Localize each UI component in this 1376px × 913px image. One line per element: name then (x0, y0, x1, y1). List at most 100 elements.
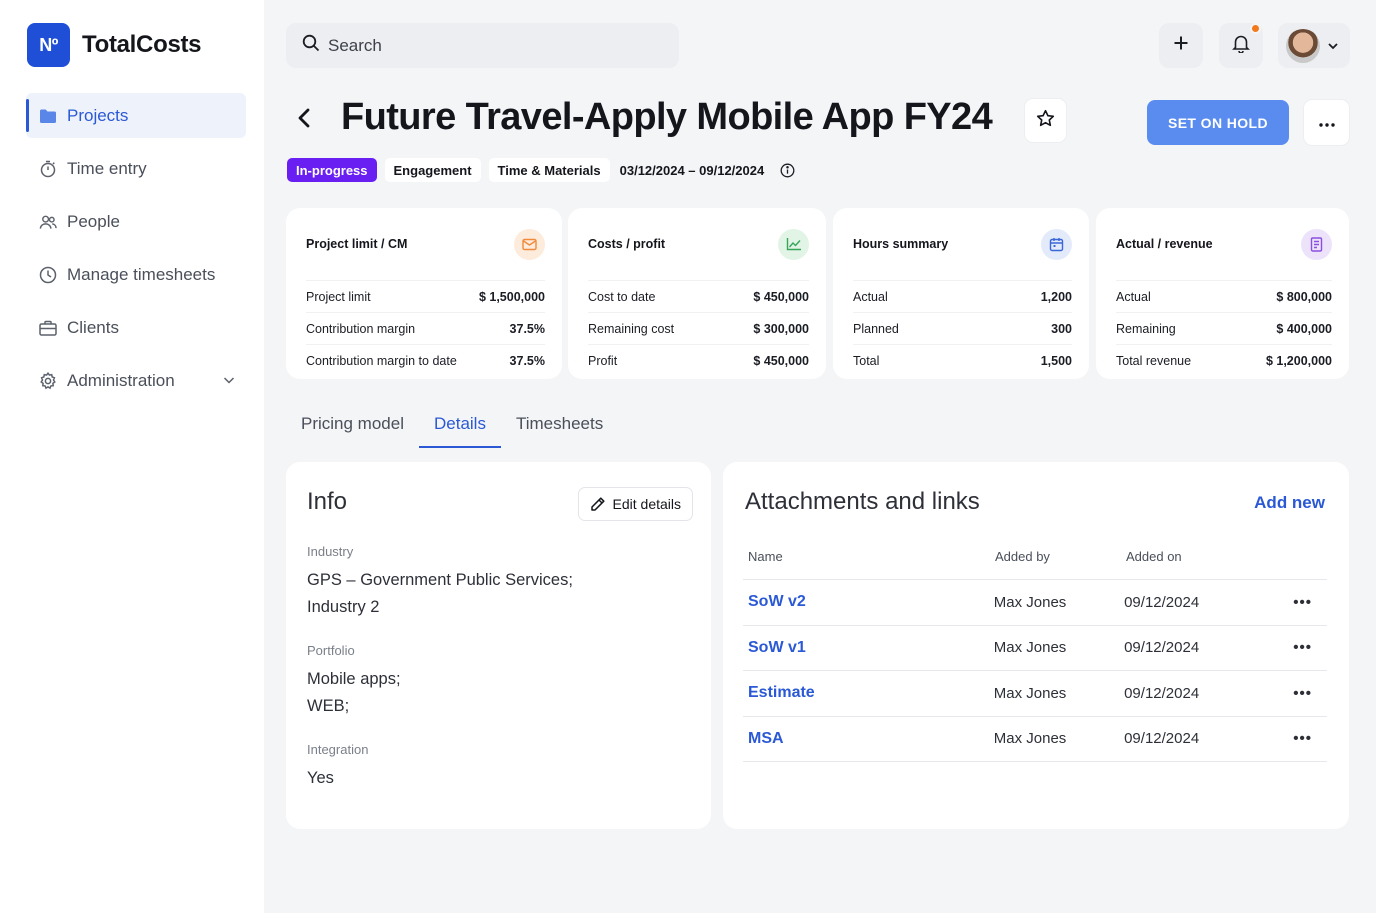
trend-chart-icon (778, 228, 809, 260)
more-horizontal-icon (1318, 114, 1335, 132)
row-menu-icon[interactable]: ••• (1293, 594, 1312, 611)
sidebar-item-label: Administration (67, 370, 175, 390)
field-value: WEB; (307, 697, 350, 715)
sidebar-item-manage-timesheets[interactable]: Manage timesheets (26, 252, 246, 297)
avatar (1286, 28, 1320, 63)
tab-details[interactable]: Details (419, 404, 501, 448)
receipt-icon (1301, 228, 1332, 260)
added-by: Max Jones (993, 730, 1067, 748)
field-label: Portfolio (307, 643, 355, 658)
added-on: 09/12/2024 (1124, 684, 1200, 702)
sidebar-item-projects[interactable]: Projects (26, 93, 246, 138)
industry-field: Industry GPS – Government Public Service… (307, 544, 690, 621)
card-title: Actual / revenue (1116, 237, 1213, 251)
card-row: Cost to date $ 450,000 (588, 280, 809, 312)
chevron-down-icon[interactable] (222, 372, 236, 392)
added-on: 09/12/2024 (1124, 639, 1200, 657)
status-badge: In-progress (287, 158, 377, 182)
card-row: Planned 300 (853, 312, 1072, 344)
table-row: Estimate Max Jones 09/12/2024 ••• (743, 671, 1327, 717)
add-button[interactable] (1159, 23, 1203, 68)
hours-summary-card: Hours summary Actual 1,200 Planned 300 Tot… (833, 208, 1089, 379)
envelope-icon (514, 228, 545, 260)
favorite-button[interactable] (1025, 99, 1066, 142)
attachment-link[interactable]: SoW v1 (748, 639, 806, 656)
notifications-button[interactable] (1219, 23, 1263, 68)
field-label: Integration (307, 742, 369, 757)
table-row: SoW v2 Max Jones 09/12/2024 ••• (743, 580, 1327, 626)
app-name: TotalCosts (82, 31, 202, 58)
detail-tabs: Pricing model Details Timesheets (286, 404, 618, 448)
sidebar-item-label: Time entry (67, 158, 147, 178)
edit-details-label: Edit details (612, 496, 681, 512)
card-row: Actual 1,200 (853, 280, 1072, 312)
logo-mark: Nº (27, 23, 70, 67)
row-menu-icon[interactable]: ••• (1293, 639, 1312, 656)
added-by: Max Jones (993, 593, 1067, 611)
project-tags: In-progress Engagement Time & Materials … (287, 158, 795, 182)
back-button[interactable] (290, 102, 318, 138)
attachment-link[interactable]: SoW v2 (748, 593, 806, 610)
added-on: 09/12/2024 (1124, 593, 1200, 611)
integration-field: Integration Yes (307, 742, 690, 792)
sidebar-item-label: Projects (67, 105, 129, 125)
edit-details-button[interactable]: Edit details (577, 487, 693, 521)
column-header-name[interactable]: Name (743, 549, 995, 564)
pencil-icon (590, 496, 606, 512)
people-icon (39, 213, 57, 231)
card-row: Actual $ 800,000 (1116, 280, 1332, 312)
search-bar[interactable] (286, 23, 679, 68)
card-row: Total 1,500 (853, 344, 1072, 376)
row-menu-icon[interactable]: ••• (1293, 685, 1312, 702)
sidebar-item-label: Clients (67, 317, 119, 337)
clock-icon (39, 266, 57, 284)
project-dates: 03/12/2024 – 09/12/2024 (619, 162, 765, 178)
page-title: Future Travel-Apply Mobile App FY24 (341, 96, 993, 138)
tab-pricing-model[interactable]: Pricing model (286, 404, 419, 448)
column-header-added-by[interactable]: Added by (995, 549, 1126, 564)
billing-tag: Time & Materials (488, 158, 610, 182)
add-new-link[interactable]: Add new (1254, 493, 1325, 513)
attachment-link[interactable]: Estimate (748, 684, 815, 701)
set-on-hold-button[interactable]: SET ON HOLD (1147, 100, 1289, 145)
card-row: Profit $ 450,000 (588, 344, 809, 376)
sidebar-item-label: Manage timesheets (67, 264, 216, 284)
card-title: Project limit / CM (306, 237, 408, 251)
added-by: Max Jones (993, 684, 1067, 702)
sidebar-item-administration[interactable]: Administration (26, 358, 246, 403)
card-title: Costs / profit (588, 237, 666, 251)
more-actions-button[interactable] (1304, 100, 1349, 145)
table-row: MSA Max Jones 09/12/2024 ••• (743, 717, 1327, 762)
attachments-panel: Attachments and links Add new Name Added… (723, 462, 1349, 829)
bell-icon (1232, 33, 1250, 58)
card-row: Contribution margin to date 37.5% (306, 344, 545, 376)
folder-icon (39, 107, 57, 125)
field-value: Yes (307, 769, 334, 787)
notification-dot (1250, 23, 1261, 34)
sidebar: Nº TotalCosts Projects Time entry People (0, 0, 264, 913)
star-icon (1036, 109, 1055, 133)
tab-timesheets[interactable]: Timesheets (501, 404, 618, 448)
attachments-table: Name Added by Added on SoW v2 Max Jones … (743, 534, 1327, 762)
field-value: Industry 2 (307, 598, 380, 616)
field-value: GPS – Government Public Services; (307, 571, 573, 589)
card-row: Contribution margin 37.5% (306, 312, 545, 344)
user-menu[interactable] (1278, 23, 1350, 68)
engagement-tag: Engagement (384, 158, 481, 182)
sidebar-item-people[interactable]: People (26, 199, 246, 244)
stopwatch-icon (39, 160, 57, 178)
card-title: Hours summary (853, 237, 949, 251)
calendar-icon (1041, 228, 1072, 260)
attachment-link[interactable]: MSA (748, 730, 784, 747)
table-header: Name Added by Added on (743, 534, 1327, 580)
field-label: Industry (307, 544, 354, 559)
app-logo[interactable]: Nº TotalCosts (27, 23, 202, 67)
sidebar-item-clients[interactable]: Clients (26, 305, 246, 350)
card-row: Total revenue $ 1,200,000 (1116, 344, 1332, 376)
column-header-added-on[interactable]: Added on (1126, 549, 1296, 564)
sidebar-item-time-entry[interactable]: Time entry (26, 146, 246, 191)
row-menu-icon[interactable]: ••• (1293, 730, 1312, 747)
info-icon[interactable] (780, 163, 795, 178)
chevron-left-icon (297, 107, 311, 134)
search-input[interactable] (328, 35, 648, 56)
